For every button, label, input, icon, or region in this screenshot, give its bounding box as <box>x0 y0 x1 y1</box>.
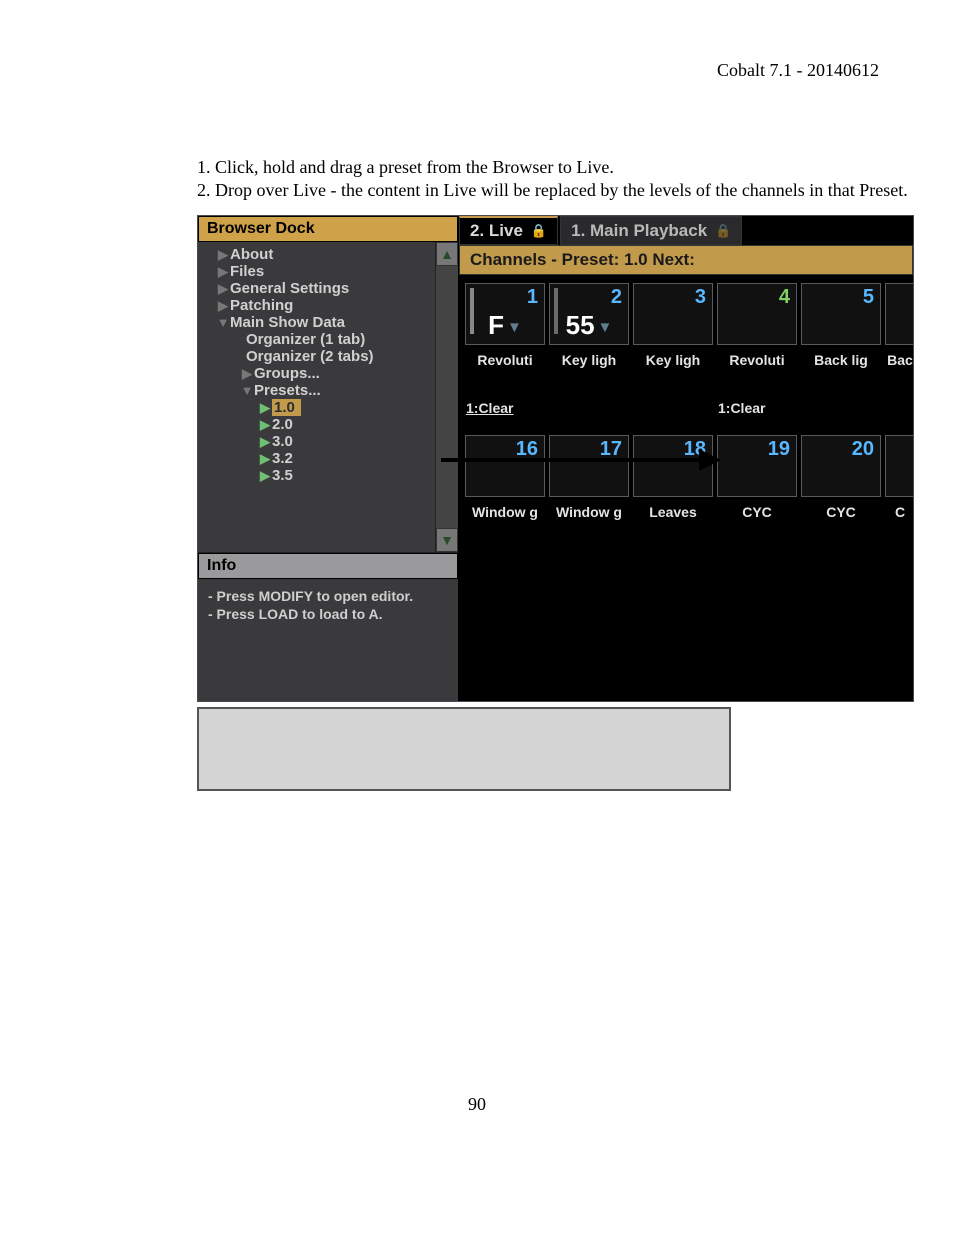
channel-label: Leaves <box>633 501 713 523</box>
channel-cell-4[interactable]: 4 <box>717 283 797 345</box>
tree-item-organizer-1[interactable]: Organizer (1 tab) <box>198 331 458 348</box>
tree-item-main-show-data[interactable]: ▼Main Show Data <box>198 314 458 331</box>
tree-item-preset-2-0[interactable]: ▶2.0 <box>198 416 458 433</box>
tree-item-preset-3-2[interactable]: ▶3.2 <box>198 450 458 467</box>
tree-item-organizer-2[interactable]: Organizer (2 tabs) <box>198 348 458 365</box>
channel-label: C <box>885 501 914 523</box>
channel-clear: 1:Clear <box>465 397 545 419</box>
lock-icon: 🔒 <box>531 223 547 239</box>
tree-item-general-settings[interactable]: ▶General Settings <box>198 280 458 297</box>
channel-label <box>465 371 545 377</box>
channel-label <box>717 371 797 377</box>
channel-cell-18[interactable]: 18 <box>633 435 713 497</box>
channel-label: Revoluti <box>717 349 797 371</box>
tab-live[interactable]: 2. Live 🔒 <box>459 216 558 245</box>
tree-scrollbar[interactable]: ▲ ▼ <box>435 242 458 552</box>
scroll-down-button[interactable]: ▼ <box>436 528 458 552</box>
tree-item-presets[interactable]: ▼Presets... <box>198 382 458 399</box>
channel-label: Key ligh <box>549 349 629 371</box>
channel-cell-5[interactable]: 5 <box>801 283 881 345</box>
channel-cell-19[interactable]: 19 <box>717 435 797 497</box>
channel-label <box>633 371 713 377</box>
info-line-2: - Press LOAD to load to A. <box>208 605 448 623</box>
channel-cell-3[interactable]: 3 <box>633 283 713 345</box>
channel-label: Window g <box>465 501 545 523</box>
tree-item-files[interactable]: ▶Files <box>198 263 458 280</box>
channel-cell-2[interactable]: 2 55▼ <box>549 283 629 345</box>
page-header: Cobalt 7.1 - 20140612 <box>717 60 879 81</box>
browser-tree: ▶About ▶Files ▶General Settings ▶Patchin… <box>198 242 458 553</box>
view-tabs: 2. Live 🔒 1. Main Playback 🔒 <box>459 216 913 245</box>
channel-label: Revoluti <box>465 349 545 371</box>
channel-label <box>549 371 629 377</box>
instruction-step-2: 2. Drop over Live - the content in Live … <box>197 179 908 202</box>
lock-icon: 🔒 <box>715 223 731 239</box>
channel-label: Back lig <box>801 349 881 371</box>
tree-item-preset-1-0[interactable]: ▶1.0 <box>198 399 458 416</box>
instructions: 1. Click, hold and drag a preset from th… <box>197 156 908 201</box>
tree-item-preset-3-0[interactable]: ▶3.0 <box>198 433 458 450</box>
channel-label <box>801 371 881 377</box>
info-panel-title: Info <box>198 553 458 579</box>
page-number: 90 <box>0 1094 954 1115</box>
channel-label: Key ligh <box>633 349 713 371</box>
channel-cell-20[interactable]: 20 <box>801 435 881 497</box>
channel-clear <box>633 397 713 419</box>
tab-main-playback-label: 1. Main Playback <box>571 221 707 241</box>
channel-cell-16[interactable]: 16 <box>465 435 545 497</box>
channel-clear <box>801 397 881 419</box>
live-panel: 2. Live 🔒 1. Main Playback 🔒 Channels - … <box>459 216 913 701</box>
tab-main-playback[interactable]: 1. Main Playback 🔒 <box>560 216 742 245</box>
channel-label: CYC <box>717 501 797 523</box>
channel-cell-17[interactable]: 17 <box>549 435 629 497</box>
channel-label: Window g <box>549 501 629 523</box>
browser-dock-title: Browser Dock <box>198 216 458 242</box>
tree-item-about[interactable]: ▶About <box>198 246 458 263</box>
channel-grid: 1 F▼ 2 55▼ 3 4 <box>459 275 914 702</box>
info-line-1: - Press MODIFY to open editor. <box>208 587 448 605</box>
channel-label: CYC <box>801 501 881 523</box>
browser-dock-panel: Browser Dock ▶About ▶Files ▶General Sett… <box>198 216 458 701</box>
app-screenshot: Browser Dock ▶About ▶Files ▶General Sett… <box>197 215 914 702</box>
channel-clear <box>549 397 629 419</box>
note-box <box>197 707 731 791</box>
channels-header: Channels - Preset: 1.0 Next: <box>459 245 913 275</box>
channel-cell-1[interactable]: 1 F▼ <box>465 283 545 345</box>
instruction-step-1: 1. Click, hold and drag a preset from th… <box>197 156 908 179</box>
channel-clear: 1:Clear <box>717 397 797 419</box>
info-panel-body: - Press MODIFY to open editor. - Press L… <box>198 579 458 631</box>
channel-label: Bac <box>885 349 914 371</box>
scroll-up-button[interactable]: ▲ <box>436 242 458 266</box>
tab-live-label: 2. Live <box>470 221 523 241</box>
channel-cell-6[interactable] <box>885 283 914 345</box>
tree-item-preset-3-5[interactable]: ▶3.5 <box>198 467 458 484</box>
tree-item-groups[interactable]: ▶Groups... <box>198 365 458 382</box>
channel-cell-21[interactable] <box>885 435 914 497</box>
tree-item-patching[interactable]: ▶Patching <box>198 297 458 314</box>
